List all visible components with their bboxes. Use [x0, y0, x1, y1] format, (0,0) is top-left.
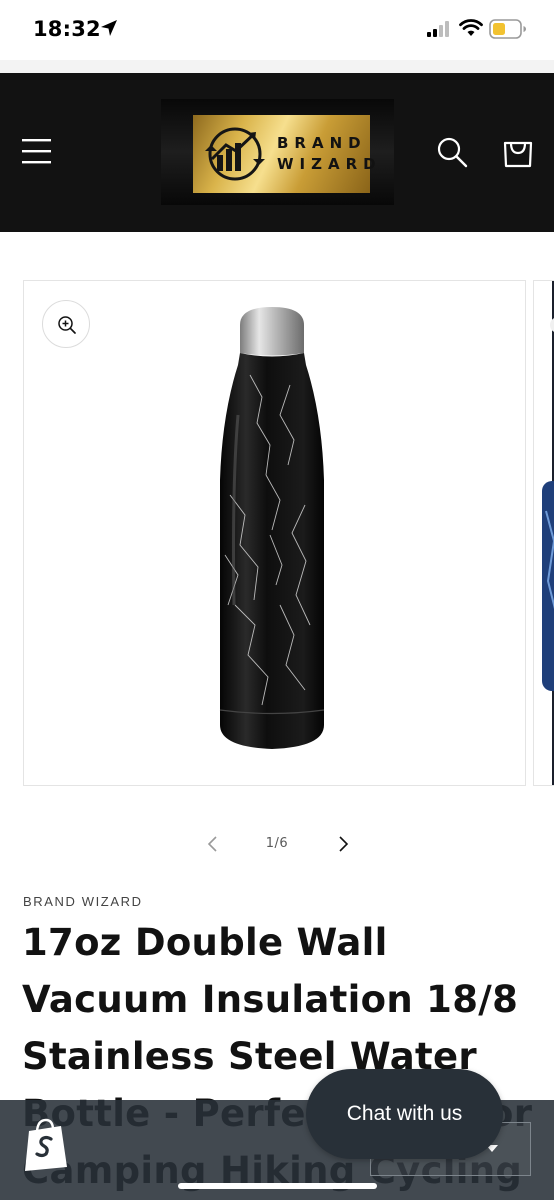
location-arrow-icon: [100, 19, 118, 42]
menu-icon: [22, 139, 51, 164]
shopify-bag-icon[interactable]: [21, 1117, 71, 1178]
product-vendor: BRAND WIZARD: [23, 894, 143, 909]
logo-text: BRAND WIZARD: [277, 134, 382, 173]
previous-slide-button[interactable]: [203, 834, 223, 854]
zoom-icon: [58, 316, 76, 334]
logo-emblem-icon: [205, 127, 265, 181]
status-bar: 18:32: [0, 0, 554, 60]
search-button[interactable]: [434, 135, 470, 171]
logo-plate: BRAND WIZARD: [193, 115, 382, 193]
home-indicator: [178, 1183, 377, 1189]
menu-button[interactable]: [18, 131, 58, 171]
cart-button[interactable]: [498, 133, 538, 173]
zoom-button[interactable]: [42, 300, 90, 348]
cellular-signal-icon: [427, 21, 451, 42]
next-image-thumbnail: [542, 281, 554, 785]
chat-with-us-button[interactable]: Chat with us: [306, 1069, 503, 1159]
search-icon: [437, 137, 468, 168]
chevron-left-icon: [207, 836, 217, 852]
slide-counter: 1/6: [265, 836, 289, 851]
next-image-preview[interactable]: [533, 280, 554, 786]
product-image-slide[interactable]: [23, 280, 526, 786]
slider-controls: 1/6: [195, 828, 359, 860]
chevron-right-icon: [339, 836, 349, 852]
site-header: BRAND WIZARD: [0, 73, 554, 232]
brand-logo[interactable]: BRAND WIZARD: [161, 99, 394, 205]
cart-icon: [503, 141, 533, 168]
battery-icon: [489, 19, 527, 44]
wifi-icon: [459, 19, 483, 42]
product-gallery: [0, 280, 554, 788]
announcement-gap: [0, 60, 554, 73]
next-slide-button[interactable]: [333, 834, 353, 854]
status-time: 18:32: [33, 17, 101, 41]
water-bottle-image: [219, 307, 325, 749]
